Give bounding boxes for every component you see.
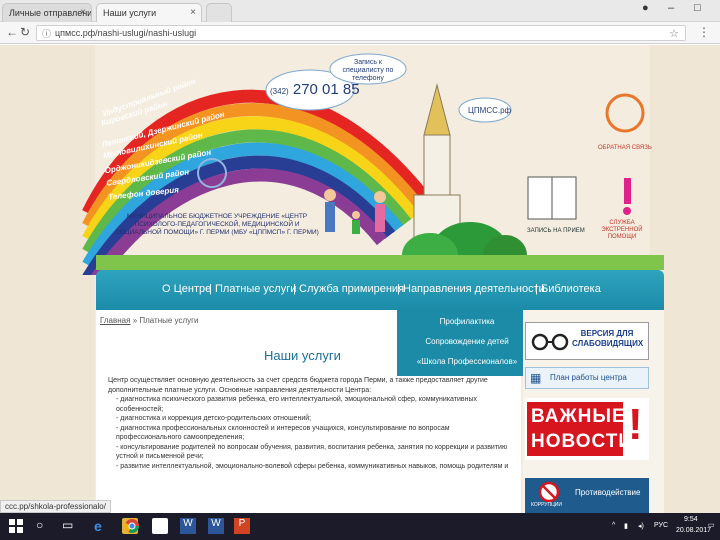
vision-label: ВЕРСИЯ ДЛЯ СЛАБОВИДЯЩИХ	[572, 329, 644, 348]
close-icon[interactable]: ×	[190, 7, 196, 18]
list-item: - диагностика профессиональных склонност…	[116, 424, 450, 442]
list-item: - диагностика и коррекция детско-родител…	[116, 415, 312, 422]
anticorruption-banner[interactable]: Противодействие КОРРУПЦИИ	[525, 478, 649, 513]
edge-icon[interactable]: e	[94, 518, 110, 534]
no-corruption-icon	[538, 481, 560, 503]
word-icon[interactable]: W	[180, 518, 196, 534]
news-banner[interactable]: ВАЖНЫЕ НОВОСТИ !	[525, 398, 649, 460]
tab-label: Наши услуги	[103, 8, 157, 18]
notification-icon[interactable]: ▭	[708, 521, 715, 529]
clock-date[interactable]: 20.08.2017	[676, 527, 711, 534]
word-icon[interactable]: W	[208, 518, 224, 534]
dropdown-item-school[interactable]: «Школа Профессионалов»	[397, 357, 537, 366]
vision-version-banner[interactable]: ВЕРСИЯ ДЛЯ СЛАБОВИДЯЩИХ	[525, 322, 649, 360]
star-icon[interactable]: ☆	[669, 27, 679, 40]
appointment-note: Запись к специалисту по телефону	[342, 59, 394, 82]
sidebar: ВЕРСИЯ ДЛЯ СЛАБОВИДЯЩИХ ▦ План работы це…	[523, 310, 664, 513]
nav-separator: |	[209, 283, 212, 295]
nav-separator: |	[397, 283, 400, 295]
services-text: Центр осуществляет основную деятельность…	[108, 376, 516, 471]
minimize-icon[interactable]: –	[668, 2, 674, 14]
dropdown-item-prevention[interactable]: Профилактика	[397, 317, 537, 326]
intro-paragraph: Центр осуществляет основную деятельность…	[108, 377, 488, 394]
booking-link[interactable]: ЗАПИСЬ НА ПРИЕМ	[527, 228, 585, 234]
news-label-line: ВАЖНЫЕ	[531, 406, 626, 427]
address-row: ← ↻ ⓘ цпмсс.рф/nashi-uslugi/nashi-uslugi…	[0, 22, 720, 44]
language-indicator[interactable]: РУС	[654, 522, 668, 529]
tray-arrow-icon[interactable]: ^	[612, 522, 615, 529]
news-label: ВАЖНЫЕ НОВОСТИ	[531, 404, 633, 454]
breadcrumb-home[interactable]: Главная	[100, 316, 130, 325]
list-item: - консультирование родителей по вопросам…	[116, 443, 508, 461]
back-icon[interactable]: ←	[6, 25, 18, 39]
site-label: ЦПМСС.рф	[468, 106, 512, 115]
feedback-link[interactable]: ОБРАТНАЯ СВЯЗЬ	[598, 145, 652, 151]
list-item: - развитие интеллектуальной, эмоциональн…	[116, 462, 509, 470]
org-name: МУНИЦИПАЛЬНОЕ БЮДЖЕТНОЕ УЧРЕЖДЕНИЕ «ЦЕНТ…	[115, 213, 319, 236]
nav-item-directions[interactable]: Направления деятельности	[403, 283, 545, 295]
address-bar[interactable]: ⓘ цпмсс.рф/nashi-uslugi/nashi-uslugi ☆	[36, 25, 686, 41]
new-tab-button[interactable]	[206, 3, 232, 22]
taskbar: ○ ▭ e W W P ^ ▮ ◂) РУС 9:54 20.08.2017 ▭	[0, 513, 720, 540]
list-item-text: развитие интеллектуальной, эмоционально-…	[120, 462, 509, 470]
news-label-line: НОВОСТИ	[531, 431, 634, 452]
search-icon[interactable]: ○	[36, 518, 52, 534]
status-url: ccc.pp/shkola-professionalo/	[0, 500, 111, 513]
plan-label: План работы центра	[550, 373, 627, 382]
directions-dropdown: Профилактика Сопровождение детей «Школа …	[397, 310, 537, 376]
list-item-text: консультирование родителей по вопросам о…	[116, 443, 508, 461]
tab-bar: Личные отправления · П × Наши услуги × ●…	[0, 0, 720, 22]
services-list: - диагностика психического развития ребе…	[108, 395, 516, 471]
page-title: Наши услуги	[264, 348, 341, 363]
store-icon[interactable]	[152, 518, 168, 534]
phone-code: (342)	[270, 87, 289, 96]
corruption-small: КОРРУПЦИИ	[531, 502, 562, 508]
breadcrumb: Главная » Платные услуги	[100, 316, 199, 325]
phone-digits: 270 01 85	[292, 81, 360, 98]
nav-item-about[interactable]: О Центре	[162, 283, 211, 295]
windows-start-icon[interactable]	[8, 518, 24, 534]
exclamation-icon: !	[628, 400, 643, 449]
list-item-text: диагностика и коррекция детско-родительс…	[120, 415, 312, 422]
calendar-icon: ▦	[530, 371, 542, 385]
task-view-icon[interactable]: ▭	[62, 518, 78, 534]
close-icon[interactable]: ×	[80, 7, 86, 18]
nav-item-paid[interactable]: Платные услуги	[215, 283, 296, 295]
nav-separator: |	[293, 283, 296, 295]
phone-number: (342) 270 01 85	[270, 81, 360, 98]
dropdown-item-support[interactable]: Сопровождение детей	[397, 337, 537, 346]
corruption-label: Противодействие	[575, 488, 641, 497]
glasses-icon	[531, 333, 569, 351]
browser-window: Личные отправления · П × Наши услуги × ●…	[0, 0, 720, 540]
chrome-icon[interactable]	[124, 518, 140, 534]
list-item: - диагностика психического развития ребе…	[116, 396, 477, 413]
tab-services[interactable]: Наши услуги ×	[96, 3, 202, 22]
network-icon[interactable]: ▮	[624, 522, 628, 530]
emergency-link[interactable]: СЛУЖБА ЭКСТРЕННОЙ ПОМОЩИ	[592, 220, 652, 241]
tab-inbox[interactable]: Личные отправления · П ×	[2, 3, 92, 22]
powerpoint-icon[interactable]: P	[234, 518, 250, 534]
list-item-text: диагностика психического развития ребенк…	[116, 396, 477, 413]
breadcrumb-current: Платные услуги	[139, 316, 199, 325]
nav-separator: |	[535, 283, 538, 295]
nav-item-mediation[interactable]: Служба примирения	[299, 283, 404, 295]
work-plan-banner[interactable]: ▦ План работы центра	[525, 367, 649, 389]
reload-icon[interactable]: ↻	[20, 25, 30, 39]
nav-item-library[interactable]: Библиотека	[541, 283, 601, 295]
info-icon[interactable]: ⓘ	[42, 27, 51, 40]
user-icon[interactable]: ●	[642, 2, 649, 14]
menu-icon[interactable]: ⋮	[698, 25, 710, 39]
maximize-icon[interactable]: □	[694, 2, 701, 14]
url-text: цпмсс.рф/nashi-uslugi/nashi-uslugi	[55, 28, 197, 38]
volume-icon[interactable]: ◂)	[638, 522, 644, 530]
clock-time[interactable]: 9:54	[684, 516, 698, 523]
site-area: Индустриальный район Кировский район Лен…	[0, 45, 720, 513]
list-item-text: диагностика профессиональных склонностей…	[116, 424, 450, 442]
